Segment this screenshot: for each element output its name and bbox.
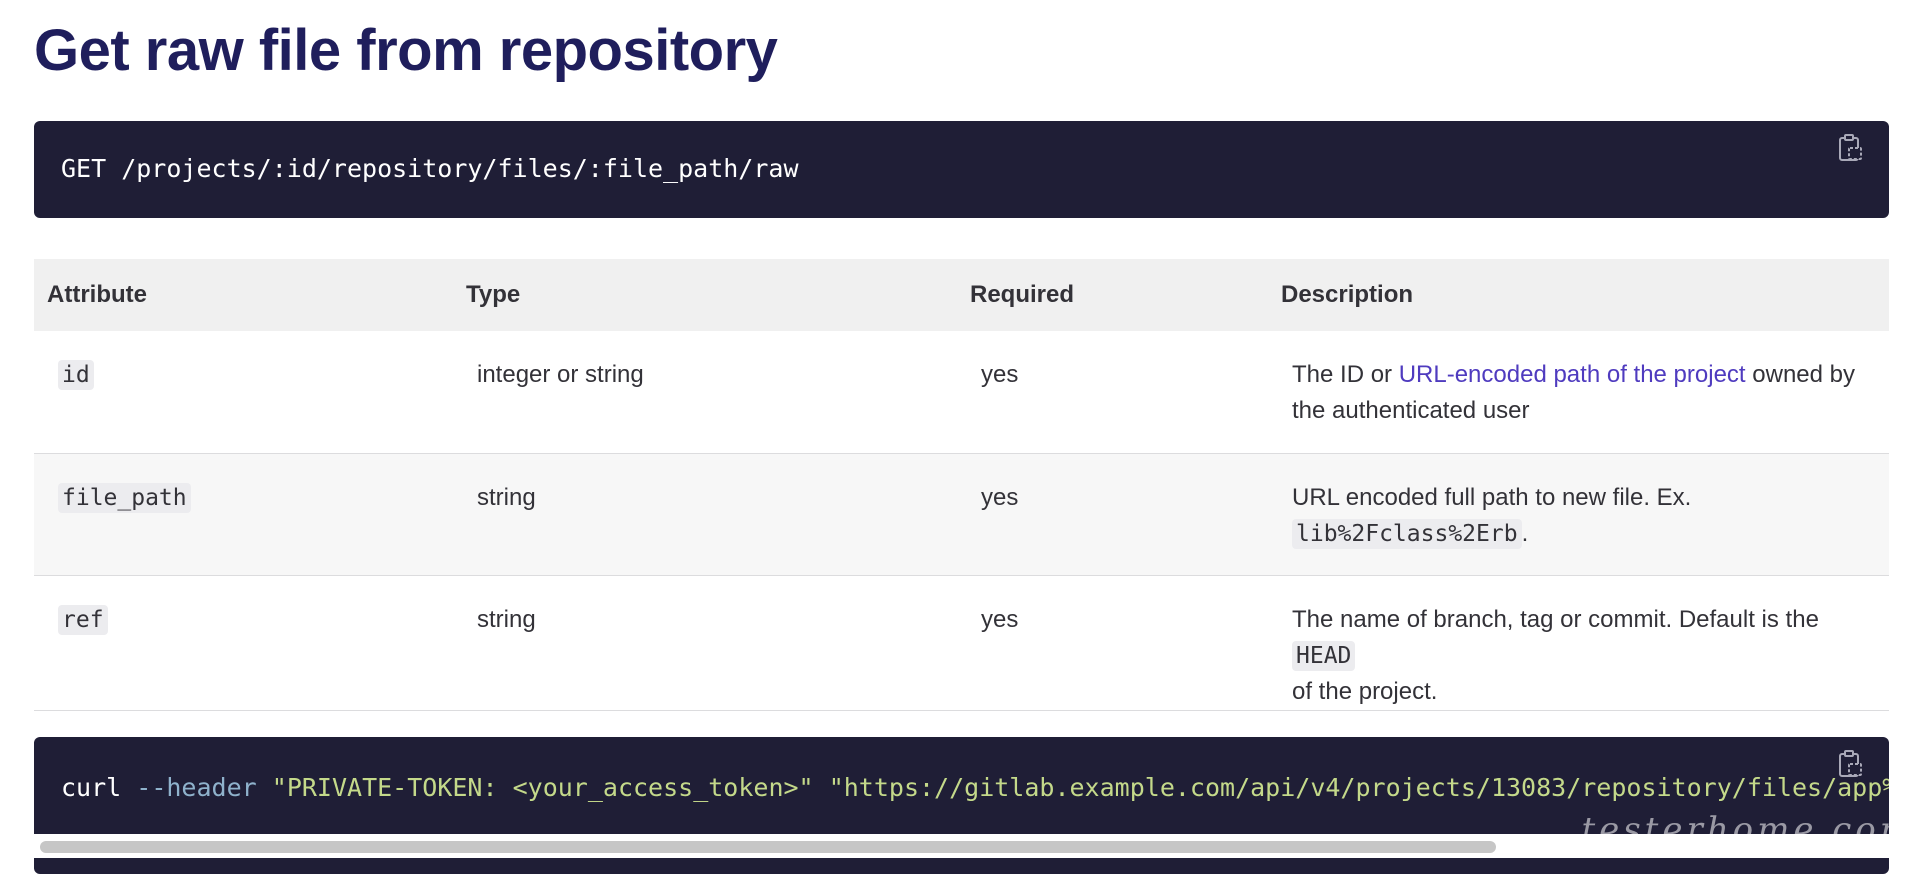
copy-curl-button[interactable] — [1837, 749, 1865, 779]
cell-required: yes — [957, 453, 1268, 576]
attributes-table: Attribute Type Required Description id i… — [34, 259, 1889, 711]
curl-url: "https://gitlab.example.com/api/v4/proje… — [828, 773, 1889, 802]
cell-description: The ID or URL-encoded path of the projec… — [1268, 331, 1889, 454]
clipboard-icon — [1839, 750, 1862, 777]
horizontal-scrollbar[interactable] — [34, 834, 1889, 858]
page-title: Get raw file from repository — [34, 18, 778, 83]
endpoint-code: GET /projects/:id/repository/files/:file… — [61, 154, 799, 183]
cell-type: string — [453, 453, 957, 576]
table-row: id integer or string yes The ID or URL-e… — [34, 331, 1889, 454]
description-text: The ID or — [1292, 361, 1399, 388]
cell-description: The name of branch, tag or commit. Defau… — [1268, 575, 1889, 711]
description-code: lib%2Fclass%2Erb — [1292, 518, 1522, 549]
cell-attribute: ref — [34, 575, 453, 711]
cell-required: yes — [957, 575, 1268, 711]
header-type: Type — [453, 259, 957, 331]
attribute-code: id — [58, 360, 94, 390]
scrollbar-thumb[interactable] — [40, 841, 1496, 853]
cell-required: yes — [957, 331, 1268, 454]
header-description: Description — [1268, 259, 1889, 331]
cell-attribute: file_path — [34, 453, 453, 576]
description-text: . — [1521, 519, 1529, 547]
table-row: file_path string yes URL encoded full pa… — [34, 453, 1889, 576]
attribute-code: file_path — [58, 482, 191, 513]
description-code: HEAD — [1292, 640, 1356, 671]
table-header-row: Attribute Type Required Description — [34, 259, 1889, 331]
copy-endpoint-button[interactable] — [1837, 133, 1865, 163]
cell-attribute: id — [34, 331, 453, 454]
page: Get raw file from repository GET /projec… — [0, 0, 1920, 874]
curl-code: curl --header "PRIVATE-TOKEN: <your_acce… — [61, 773, 1889, 802]
endpoint-code-block: GET /projects/:id/repository/files/:file… — [34, 121, 1889, 218]
description-text: The name of branch, tag or commit. Defau… — [1292, 605, 1819, 633]
description-text: URL encoded full path to new file. Ex. — [1292, 483, 1692, 511]
cell-type: integer or string — [453, 331, 957, 454]
cell-description: URL encoded full path to new file. Ex. li… — [1268, 453, 1889, 576]
header-required: Required — [957, 259, 1268, 331]
header-attribute: Attribute — [34, 259, 453, 331]
description-text: of the project. — [1292, 677, 1438, 705]
url-encoded-path-link[interactable]: URL-encoded path of the project — [1399, 361, 1746, 388]
clipboard-icon — [1839, 134, 1862, 161]
attribute-code: ref — [58, 604, 108, 635]
curl-command: curl — [61, 773, 122, 802]
curl-header-value: "PRIVATE-TOKEN: <your_access_token>" — [271, 773, 814, 802]
cell-type: string — [453, 575, 957, 711]
curl-flag: --header — [136, 773, 257, 802]
table-row: ref string yes The name of branch, tag o… — [34, 575, 1889, 711]
